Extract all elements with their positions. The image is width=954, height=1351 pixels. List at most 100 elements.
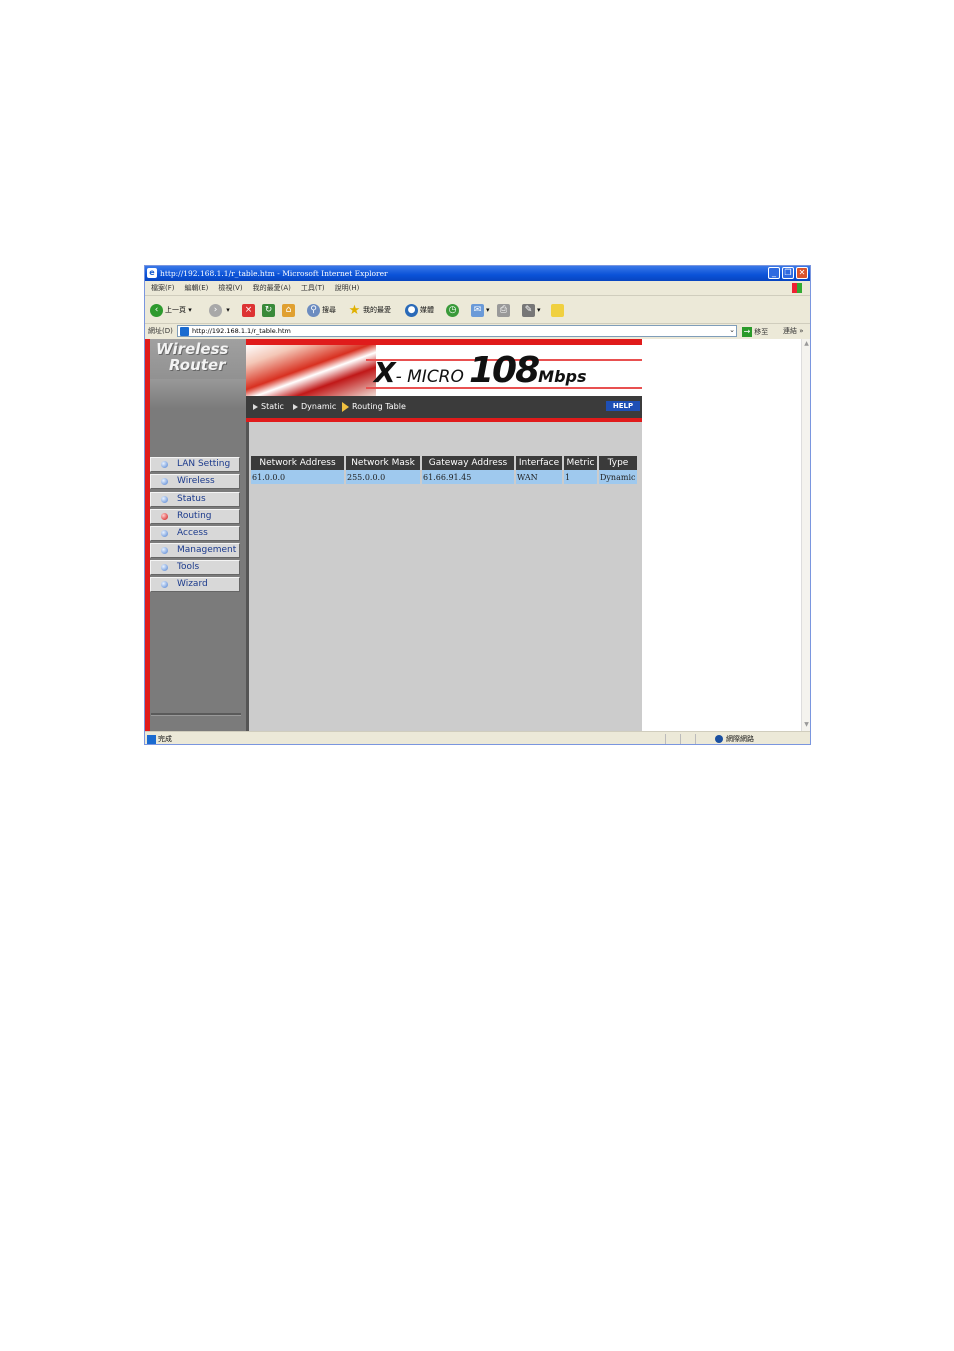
refresh-button[interactable]: ↻	[262, 302, 277, 318]
menu-tools[interactable]: 工具(T)	[301, 284, 325, 292]
restore-button[interactable]: ❐	[782, 267, 794, 279]
history-button[interactable]: ◷	[446, 302, 461, 318]
subnav-dynamic[interactable]: Dynamic	[293, 396, 336, 418]
globe-icon	[715, 735, 723, 743]
help-button[interactable]: HELP	[606, 401, 640, 411]
edit-icon: ✎	[522, 303, 535, 317]
nav-management[interactable]: Management	[150, 543, 240, 558]
scroll-down-icon[interactable]: ▼	[802, 720, 810, 730]
type-cell: Dynamic	[599, 470, 637, 484]
subnav-label: Static	[261, 402, 284, 411]
brand-x: X	[374, 356, 396, 389]
status-bar: 完成 網際網路	[145, 731, 810, 744]
go-label: 移至	[754, 328, 769, 336]
nav-routing[interactable]: Routing	[150, 509, 240, 524]
content-area: Network Address Network Mask Gateway Add…	[249, 422, 642, 731]
column-header: Metric	[564, 456, 597, 470]
nav-label: Access	[177, 528, 208, 538]
scroll-up-icon[interactable]: ▲	[802, 339, 810, 349]
address-url: http://192.168.1.1/r_table.htm	[192, 327, 291, 335]
status-separator	[695, 734, 696, 744]
bullet-icon	[161, 461, 168, 468]
active-triangle-icon	[342, 401, 349, 412]
vertical-scrollbar[interactable]: ▲ ▼	[801, 339, 810, 731]
browser-window: e http://192.168.1.1/r_table.htm - Micro…	[144, 265, 811, 745]
zone-label: 網際網路	[726, 735, 754, 743]
brand-logo: X- MICRO 108Mbps	[374, 350, 587, 391]
bullet-icon	[161, 564, 168, 571]
nav-lan-setting[interactable]: LAN Setting	[150, 457, 240, 472]
menu-help[interactable]: 說明(H)	[335, 284, 360, 292]
subnav-routing-table[interactable]: Routing Table	[342, 396, 406, 418]
chevron-down-icon[interactable]: ⌄	[727, 325, 737, 335]
window-title: http://192.168.1.1/r_table.htm - Microso…	[160, 269, 388, 278]
subnav-label: Routing Table	[352, 402, 406, 411]
column-header: Type	[599, 456, 637, 470]
brand-speed: 108	[468, 350, 540, 391]
links-button[interactable]: 連結 »	[783, 324, 804, 339]
left-navigation: Wireless Router LAN Setting Wireless Sta…	[145, 339, 246, 731]
links-label: 連結	[783, 327, 797, 335]
nav-label: Wireless	[177, 476, 215, 486]
windows-logo-icon	[792, 283, 802, 293]
network-address-cell: 61.0.0.0	[251, 470, 344, 484]
nav-wireless[interactable]: Wireless	[150, 474, 240, 489]
messenger-button[interactable]	[551, 302, 566, 318]
menu-edit[interactable]: 編輯(E)	[185, 284, 209, 292]
menu-bar: 檔案(F) 編輯(E) 檢視(V) 我的最愛(A) 工具(T) 說明(H)	[145, 281, 810, 296]
minimize-button[interactable]: _	[768, 267, 780, 279]
forward-button[interactable]: › ▾	[209, 302, 230, 318]
back-button[interactable]: ‹ 上一頁 ▾	[150, 302, 192, 318]
go-button[interactable]: → 移至	[742, 325, 768, 340]
nav-wizard[interactable]: Wizard	[150, 577, 240, 592]
home-button[interactable]: ⌂	[282, 302, 297, 318]
menu-favorites[interactable]: 我的最愛(A)	[253, 284, 291, 292]
network-mask-cell: 255.0.0.0	[346, 470, 420, 484]
address-bar: 網址(D) http://192.168.1.1/r_table.htm ⌄ →…	[145, 324, 810, 339]
edit-button[interactable]: ✎ ▾	[522, 302, 541, 318]
column-header: Gateway Address	[422, 456, 514, 470]
logo-line-2: Router	[169, 356, 226, 374]
nav-label: LAN Setting	[177, 459, 231, 469]
stop-icon: ×	[242, 303, 255, 317]
go-arrow-icon: →	[742, 327, 752, 337]
toolbar: ‹ 上一頁 ▾ › ▾ × ↻ ⌂ ⚲ 搜尋 ★ 我的最愛 ● 媒體 ◷ ✉ ▾ ⎙	[145, 296, 810, 324]
nav-label: Routing	[177, 511, 212, 521]
search-button[interactable]: ⚲ 搜尋	[307, 302, 336, 318]
menu-file[interactable]: 檔案(F)	[151, 284, 175, 292]
brand-micro: - MICRO	[395, 367, 464, 387]
title-bar: e http://192.168.1.1/r_table.htm - Micro…	[145, 266, 810, 281]
nav-status[interactable]: Status	[150, 492, 240, 507]
nav-access[interactable]: Access	[150, 526, 240, 541]
ie-icon: e	[147, 268, 157, 278]
close-button[interactable]: ✕	[796, 267, 808, 279]
subnav-label: Dynamic	[301, 402, 337, 411]
media-button[interactable]: ● 媒體	[405, 302, 434, 318]
menu-view[interactable]: 檢視(V)	[218, 284, 242, 292]
mail-icon: ✉	[471, 303, 484, 317]
home-icon: ⌂	[282, 303, 295, 317]
page-icon	[180, 327, 189, 336]
forward-arrow-icon: ›	[209, 303, 222, 317]
nav-label: Status	[177, 494, 206, 504]
gateway-address-cell: 61.66.91.45	[422, 470, 514, 484]
print-icon: ⎙	[497, 303, 510, 317]
column-header: Network Address	[251, 456, 344, 470]
column-header: Network Mask	[346, 456, 420, 470]
refresh-icon: ↻	[262, 303, 275, 317]
security-zone: 網際網路	[715, 732, 754, 744]
triangle-icon	[253, 403, 258, 410]
divider	[151, 713, 241, 716]
media-label: 媒體	[420, 306, 434, 314]
subnav-static[interactable]: Static	[253, 396, 284, 418]
stop-button[interactable]: ×	[242, 302, 257, 318]
mail-button[interactable]: ✉ ▾	[471, 302, 490, 318]
nav-tools[interactable]: Tools	[150, 560, 240, 575]
search-icon: ⚲	[307, 303, 320, 317]
favorites-button[interactable]: ★ 我的最愛	[348, 302, 391, 318]
print-button[interactable]: ⎙	[497, 302, 512, 318]
address-input[interactable]: http://192.168.1.1/r_table.htm	[177, 325, 737, 337]
triangle-icon	[293, 403, 298, 410]
brand-unit: Mbps	[538, 367, 587, 386]
history-icon: ◷	[446, 303, 459, 317]
